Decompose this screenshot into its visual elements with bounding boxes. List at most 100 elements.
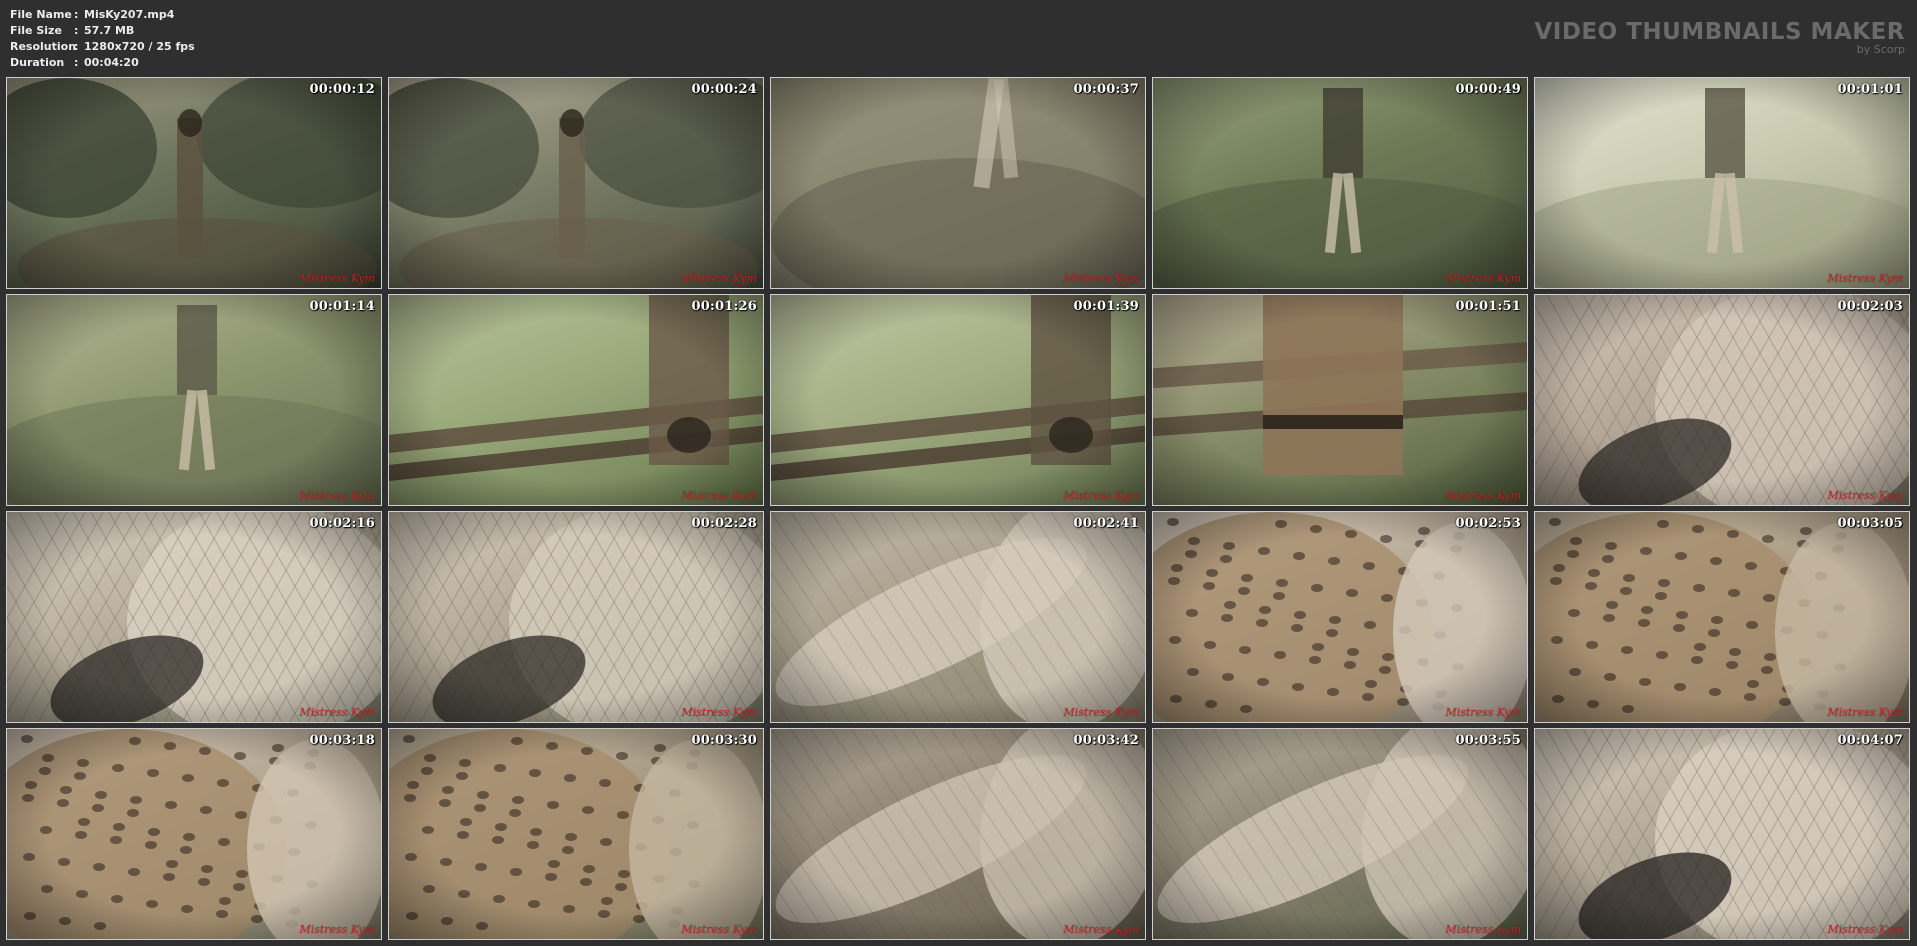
watermark-logo: Mistress Kym xyxy=(1063,272,1139,285)
watermark-logo: Mistress Kym xyxy=(681,923,757,936)
thumbnail-image xyxy=(771,78,1145,288)
watermark-logo: Mistress Kym xyxy=(1063,923,1139,936)
thumbnail-scene xyxy=(1153,88,1527,288)
watermark-logo: Mistress Kym xyxy=(1827,923,1903,936)
thumbnail-scene xyxy=(1535,295,1909,505)
thumbnail-scene xyxy=(1153,295,1527,475)
watermark-logo: Mistress Kym xyxy=(1827,706,1903,719)
thumbnail-timestamp: 00:01:51 xyxy=(1455,299,1521,314)
thumbnail-timestamp: 00:02:16 xyxy=(309,516,375,531)
thumbnail-image xyxy=(7,512,381,722)
thumbnail-scene xyxy=(1153,729,1527,939)
file-info-separator: : xyxy=(74,56,79,69)
thumbnail-timestamp: 00:02:28 xyxy=(691,516,757,531)
thumbnail-frame[interactable]: 00:03:42 Mistress Kym xyxy=(770,728,1146,940)
thumbnail-scene xyxy=(389,295,763,483)
thumbnail-image xyxy=(1535,512,1909,722)
thumbnail-scene xyxy=(771,78,1145,288)
thumbnail-frame[interactable]: 00:01:14 Mistress Kym xyxy=(6,294,382,506)
thumbnail-frame[interactable]: 00:04:07 Mistress Kym xyxy=(1534,728,1910,940)
thumbnail-frame[interactable]: 00:02:53 Mistress Kym xyxy=(1152,511,1528,723)
thumbnail-frame[interactable]: 00:03:30 Mistress Kym xyxy=(388,728,764,940)
thumbnail-grid: 00:00:12 Mistress Kym 00:00:24 Mistress Kym… xyxy=(6,77,1914,943)
watermark-logo: Mistress Kym xyxy=(299,272,375,285)
thumbnail-frame[interactable]: 00:00:37 Mistress Kym xyxy=(770,77,1146,289)
thumbnail-timestamp: 00:01:39 xyxy=(1073,299,1139,314)
thumbnail-scene xyxy=(771,729,1145,939)
watermark-logo: Mistress Kym xyxy=(1063,706,1139,719)
watermark-logo: Mistress Kym xyxy=(1445,489,1521,502)
thumbnail-frame[interactable]: 00:02:03 Mistress Kym xyxy=(1534,294,1910,506)
thumbnail-frame[interactable]: 00:00:24 Mistress Kym xyxy=(388,77,764,289)
thumbnail-scene xyxy=(7,305,381,505)
thumbnail-timestamp: 00:03:42 xyxy=(1073,733,1139,748)
brand-logo: VIDEO THUMBNAILS MAKER by Scorp xyxy=(1534,20,1905,56)
thumbnail-frame[interactable]: 00:03:55 Mistress Kym xyxy=(1152,728,1528,940)
thumbnail-image xyxy=(771,512,1145,722)
thumbnail-frame[interactable]: 00:03:05 Mistress Kym xyxy=(1534,511,1910,723)
thumbnail-scene xyxy=(7,78,381,288)
thumbnail-timestamp: 00:01:26 xyxy=(691,299,757,314)
thumbnail-timestamp: 00:03:55 xyxy=(1455,733,1521,748)
file-info: File Name : MisKy207.mp4 File Size : 57.… xyxy=(10,7,195,71)
file-info-separator: : xyxy=(74,40,79,53)
thumbnail-frame[interactable]: 00:00:49 Mistress Kym xyxy=(1152,77,1528,289)
thumbnail-image xyxy=(7,78,381,288)
file-name-value: MisKy207.mp4 xyxy=(84,8,175,21)
file-info-row: Duration : 00:04:20 xyxy=(10,55,195,71)
thumbnail-frame[interactable]: 00:01:51 Mistress Kym xyxy=(1152,294,1528,506)
thumbnail-image xyxy=(771,729,1145,939)
file-info-separator: : xyxy=(74,8,79,21)
watermark-logo: Mistress Kym xyxy=(1445,272,1521,285)
thumbnail-scene xyxy=(7,512,381,722)
thumbnail-scene xyxy=(1535,729,1909,939)
thumbnail-scene xyxy=(1153,512,1527,722)
thumbnail-image xyxy=(7,295,381,505)
file-info-key: File Name xyxy=(10,8,72,21)
thumbnail-frame[interactable]: 00:02:41 Mistress Kym xyxy=(770,511,1146,723)
thumbnail-image xyxy=(1535,295,1909,505)
file-size-value: 57.7 MB xyxy=(84,24,135,37)
thumbnail-timestamp: 00:03:18 xyxy=(309,733,375,748)
brand-title: VIDEO THUMBNAILS MAKER xyxy=(1534,19,1905,45)
file-info-row: File Name : MisKy207.mp4 xyxy=(10,7,195,23)
brand-subtitle: by Scorp xyxy=(1856,43,1905,56)
watermark-logo: Mistress Kym xyxy=(681,272,757,285)
thumbnail-frame[interactable]: 00:02:16 Mistress Kym xyxy=(6,511,382,723)
thumbnail-image xyxy=(389,295,763,505)
thumbnail-timestamp: 00:03:05 xyxy=(1837,516,1903,531)
watermark-logo: Mistress Kym xyxy=(1827,272,1903,285)
watermark-logo: Mistress Kym xyxy=(299,923,375,936)
file-info-row: File Size : 57.7 MB xyxy=(10,23,195,39)
thumbnail-timestamp: 00:03:30 xyxy=(691,733,757,748)
thumbnail-timestamp: 00:01:14 xyxy=(309,299,375,314)
file-info-key: Resolution xyxy=(10,40,77,53)
watermark-logo: Mistress Kym xyxy=(681,706,757,719)
file-info-key: Duration xyxy=(10,56,65,69)
file-info-key: File Size xyxy=(10,24,62,37)
watermark-logo: Mistress Kym xyxy=(1063,489,1139,502)
thumbnail-frame[interactable]: 00:02:28 Mistress Kym xyxy=(388,511,764,723)
thumbnail-scene xyxy=(1535,512,1909,722)
thumbnail-frame[interactable]: 00:03:18 Mistress Kym xyxy=(6,728,382,940)
thumbnail-image xyxy=(389,512,763,722)
thumbnail-scene xyxy=(771,295,1145,483)
watermark-logo: Mistress Kym xyxy=(299,489,375,502)
thumbnail-image xyxy=(7,729,381,939)
thumbnail-image xyxy=(1153,512,1527,722)
thumbnail-timestamp: 00:04:07 xyxy=(1837,733,1903,748)
thumbnail-timestamp: 00:00:49 xyxy=(1455,82,1521,97)
thumbnail-timestamp: 00:00:24 xyxy=(691,82,757,97)
thumbnail-scene xyxy=(771,512,1145,722)
thumbnail-timestamp: 00:00:12 xyxy=(309,82,375,97)
thumbnail-scene xyxy=(389,729,763,939)
thumbnail-frame[interactable]: 00:01:01 Mistress Kym xyxy=(1534,77,1910,289)
thumbnail-frame[interactable]: 00:01:26 Mistress Kym xyxy=(388,294,764,506)
header: File Name : MisKy207.mp4 File Size : 57.… xyxy=(0,0,1917,74)
thumbnail-frame[interactable]: 00:00:12 Mistress Kym xyxy=(6,77,382,289)
thumbnail-frame[interactable]: 00:01:39 Mistress Kym xyxy=(770,294,1146,506)
thumbnail-image xyxy=(1153,729,1527,939)
thumbnail-scene xyxy=(1535,88,1909,288)
file-info-row: Resolution : 1280x720 / 25 fps xyxy=(10,39,195,55)
thumbnail-timestamp: 00:01:01 xyxy=(1837,82,1903,97)
